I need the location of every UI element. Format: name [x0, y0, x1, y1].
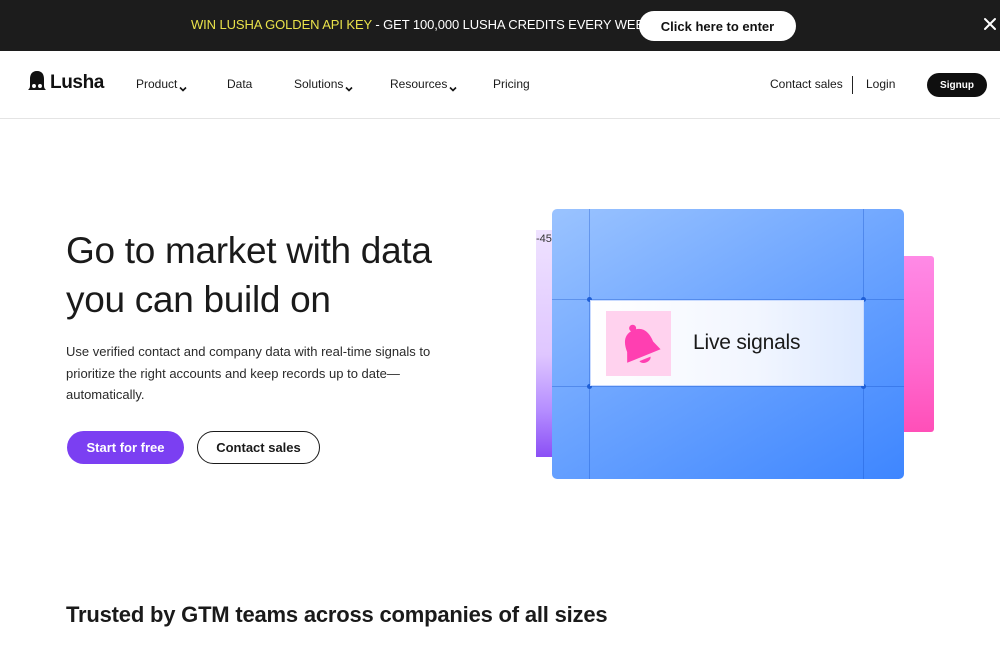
chevron-down-icon [179, 82, 187, 92]
bell-icon [606, 311, 671, 376]
hero-subtitle: Use verified contact and company data wi… [66, 344, 431, 402]
promo-highlight: WIN LUSHA GOLDEN API KEY [191, 17, 372, 32]
nav-contact-sales-link[interactable]: Contact sales [770, 77, 843, 91]
illustration-back-number: -45 [536, 233, 552, 245]
lusha-logo-icon [27, 70, 47, 97]
promo-body: - GET 100,000 LUSHA CREDITS EVERY WEEK! [371, 17, 657, 32]
trusted-heading: Trusted by GTM teams across companies of… [66, 602, 608, 627]
chevron-down-icon [449, 82, 457, 92]
nav-item-label: Solutions [294, 77, 344, 91]
nav-item-resources[interactable]: Resources [390, 77, 457, 92]
nav-item-data[interactable]: Data [227, 77, 252, 91]
close-icon[interactable] [982, 16, 1000, 34]
top-navigation: Lusha Product Data Solutions Resources P… [0, 51, 1000, 119]
signup-button[interactable]: Signup [927, 73, 987, 97]
hero-title: Go to market with data you can build on [66, 226, 506, 324]
nav-item-label: Resources [390, 77, 448, 91]
start-for-free-button[interactable]: Start for free [67, 431, 184, 464]
live-signals-label: Live signals [693, 331, 801, 354]
contact-sales-button[interactable]: Contact sales [197, 431, 320, 464]
hero-title-line2: you can build on [66, 279, 331, 320]
logo-wordmark: Lusha [50, 72, 104, 93]
nav-item-product[interactable]: Product [136, 77, 187, 92]
nav-item-label: Product [136, 77, 178, 91]
promo-text: WIN LUSHA GOLDEN API KEY - GET 100,000 L… [191, 17, 656, 32]
nav-item-label: Data [227, 77, 253, 91]
nav-divider [852, 76, 853, 94]
grid-line [552, 386, 904, 387]
lusha-logo[interactable]: Lusha [27, 70, 104, 96]
nav-item-pricing[interactable]: Pricing [493, 77, 530, 91]
promo-enter-button[interactable]: Click here to enter [639, 11, 796, 41]
chevron-down-icon [345, 82, 353, 92]
promo-banner: WIN LUSHA GOLDEN API KEY - GET 100,000 L… [0, 0, 1000, 51]
nav-login-link[interactable]: Login [866, 77, 895, 91]
nav-item-solutions[interactable]: Solutions [294, 77, 353, 92]
hero-title-line1: Go to market with data [66, 230, 432, 271]
illustration-pink-panel [900, 256, 934, 432]
nav-item-label: Pricing [493, 77, 530, 91]
